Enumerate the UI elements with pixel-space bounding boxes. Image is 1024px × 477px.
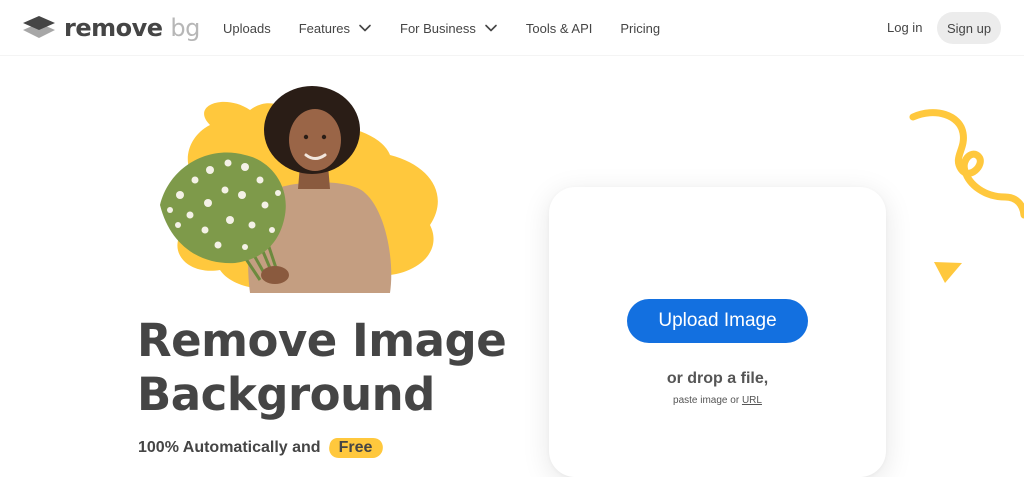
drop-file-text: or drop a file, xyxy=(666,370,769,387)
signup-button[interactable]: Sign up xyxy=(937,12,1001,44)
nav-for-business[interactable]: For Business xyxy=(400,21,498,36)
hero-image xyxy=(160,86,438,293)
nav-features-label: Features xyxy=(298,20,351,36)
logo[interactable]: remove bg xyxy=(22,12,200,44)
upload-card[interactable]: Upload Image or drop a file, paste image… xyxy=(549,187,886,477)
logo-mark-icon xyxy=(23,16,55,38)
person-face-shape xyxy=(289,109,341,171)
hero-headline: Remove Image Background xyxy=(137,314,507,422)
triangle-decoration xyxy=(934,262,962,283)
nav-features[interactable]: Features xyxy=(299,21,372,36)
url-link[interactable]: URL xyxy=(742,395,762,406)
top-nav-bar: remove bg Uploads Features For Business … xyxy=(0,0,1024,56)
upload-image-button[interactable]: Upload Image xyxy=(627,299,808,343)
person-eye-right xyxy=(321,134,327,140)
free-highlight: Free xyxy=(329,437,383,459)
free-highlight-text: Free xyxy=(338,439,373,456)
hero-tagline: 100% Automatically and Free xyxy=(138,437,382,459)
chevron-down-icon xyxy=(359,24,371,32)
logo-text-remove: remove xyxy=(64,14,163,42)
paste-hint: paste image or URL xyxy=(549,395,886,406)
paste-hint-text: paste image or xyxy=(673,395,740,406)
logo-text-bg: bg xyxy=(170,14,200,42)
chevron-down-icon xyxy=(485,24,497,32)
nav-pricing-label: Pricing xyxy=(620,20,661,36)
nav-tools-api-label: Tools & API xyxy=(525,20,593,36)
login-link[interactable]: Log in xyxy=(887,20,922,35)
squiggle-decoration xyxy=(909,109,1024,219)
logo-text: remove bg xyxy=(64,12,200,44)
nav-pricing[interactable]: Pricing xyxy=(620,21,660,36)
hero-headline-line1: Remove Image xyxy=(137,314,507,367)
hero-tagline-text: 100% Automatically and xyxy=(138,439,321,456)
nav-for-business-label: For Business xyxy=(400,20,476,36)
person-hand-shape xyxy=(261,266,289,284)
person-eye-left xyxy=(303,134,309,140)
nav-uploads-label: Uploads xyxy=(223,20,271,36)
main-nav: Uploads Features For Business Tools & AP… xyxy=(223,0,688,56)
hero-headline-line2: Background xyxy=(137,368,435,421)
nav-tools-api[interactable]: Tools & API xyxy=(526,21,592,36)
nav-uploads[interactable]: Uploads xyxy=(223,21,271,36)
